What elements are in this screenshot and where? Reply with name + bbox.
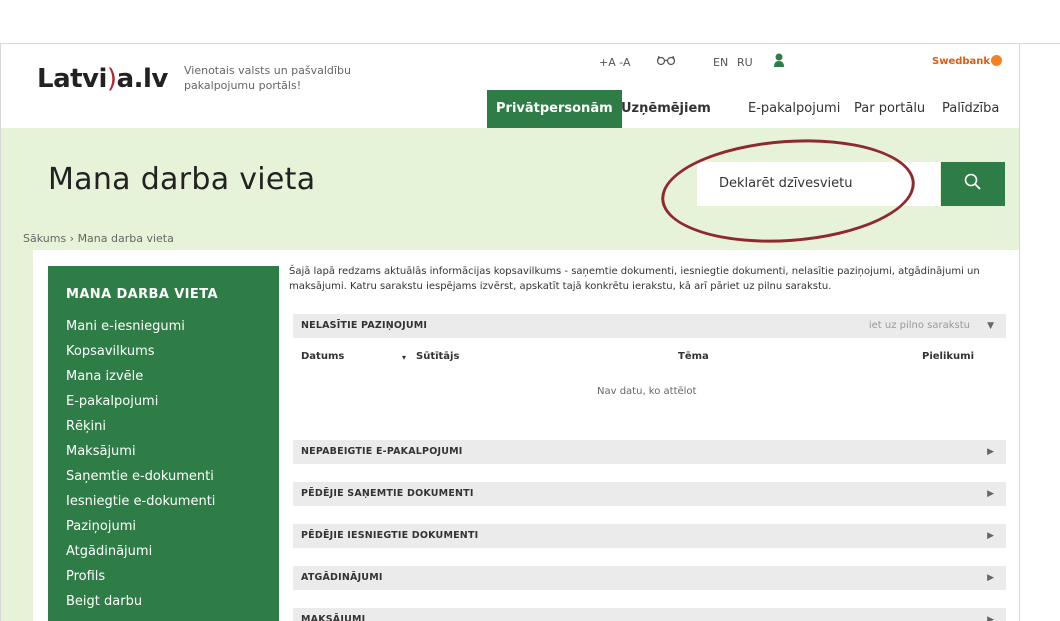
user-icon[interactable]: [773, 52, 785, 71]
column-header-datums[interactable]: Datums: [301, 351, 344, 362]
section-atgadinajumi[interactable]: ATGĀDINĀJUMI ▶: [293, 566, 1006, 590]
column-header-pielikumi[interactable]: Pielikumi: [922, 351, 974, 362]
full-list-link[interactable]: iet uz pilno sarakstu: [869, 314, 970, 338]
search-button[interactable]: [941, 162, 1005, 206]
section-pedejie-sanemtie[interactable]: PĒDĒJIE SAŅEMTIE DOKUMENTI ▶: [293, 482, 1006, 506]
intro-text: Šajā lapā redzams aktuālās informācijas …: [289, 266, 980, 292]
font-size-controls[interactable]: +A -A: [599, 56, 631, 69]
column-header-sutitajs[interactable]: Sūtītājs: [416, 351, 459, 362]
sidebar-item-e-pakalpojumi[interactable]: E-pakalpojumi: [66, 392, 158, 412]
browser-frame-right: [1019, 43, 1020, 621]
sidebar-item-kopsavilkums[interactable]: Kopsavilkums: [66, 342, 155, 362]
empty-table-message: Nav datu, ko attēlot: [597, 386, 697, 397]
sidebar-item-sanemtie[interactable]: Saņemtie e-dokumenti: [66, 467, 214, 487]
sidebar-title: MANA DARBA VIETA: [66, 287, 218, 302]
caret-right-icon[interactable]: ▶: [987, 566, 994, 590]
sidebar-item-e-iesniegumi[interactable]: Mani e-iesniegumi: [66, 317, 185, 337]
sidebar-item-iesniegtie[interactable]: Iesniegtie e-dokumenti: [66, 492, 215, 512]
caret-right-icon[interactable]: ▶: [987, 440, 994, 464]
nav-item-privatpersonam[interactable]: Privātpersonām: [487, 90, 622, 138]
column-header-tema[interactable]: Tēma: [678, 351, 709, 362]
nav-item-uznemejiem[interactable]: Uzņēmējiem: [612, 90, 720, 128]
sidebar: MANA DARBA VIETA Mani e-iesniegumi Kopsa…: [48, 266, 279, 621]
sidebar-item-maksajumi[interactable]: Maksājumi: [66, 442, 136, 462]
nav-item-par-portalu[interactable]: Par portālu: [845, 90, 934, 128]
page-title: Mana darba vieta: [48, 162, 316, 197]
glasses-icon[interactable]: [656, 54, 676, 69]
site-logo[interactable]: Latvi)a.lv: [37, 64, 168, 94]
sidebar-item-pazinojumi[interactable]: Paziņojumi: [66, 517, 136, 537]
sort-arrow-icon[interactable]: ▾: [402, 353, 406, 362]
section-title: NELASĪTIE PAZIŅOJUMI: [301, 320, 428, 331]
search-icon: [963, 172, 983, 196]
nav-item-palidziba[interactable]: Palīdzība: [933, 90, 1008, 128]
caret-right-icon[interactable]: ▶: [987, 482, 994, 506]
breadcrumb[interactable]: Sākums › Mana darba vieta: [23, 232, 174, 245]
section-title: NEPABEIGTIE E-PAKALPOJUMI: [301, 446, 463, 457]
section-title: PĒDĒJIE SAŅEMTIE DOKUMENTI: [301, 488, 474, 499]
swedbank-logo-icon: [991, 55, 1003, 66]
site-tagline: Vienotais valsts un pašvaldību pakalpoju…: [184, 64, 351, 92]
sidebar-item-rekini[interactable]: Rēķini: [66, 417, 106, 437]
page: Latvi)a.lv Vienotais valsts un pašvaldīb…: [1, 44, 1019, 621]
sidebar-item-mana-izvele[interactable]: Mana izvēle: [66, 367, 143, 387]
section-pedejie-iesniegtie[interactable]: PĒDĒJIE IESNIEGTIE DOKUMENTI ▶: [293, 524, 1006, 548]
logo-swirl: ): [106, 64, 117, 94]
swedbank-link[interactable]: Swedbank: [932, 55, 1003, 67]
section-title: MAKSĀJUMI: [301, 614, 366, 621]
nav-item-e-pakalpojumi[interactable]: E-pakalpojumi: [739, 90, 849, 128]
sidebar-item-profils[interactable]: Profils: [66, 567, 105, 587]
section-title: PĒDĒJIE IESNIEGTIE DOKUMENTI: [301, 530, 479, 541]
caret-right-icon[interactable]: ▶: [987, 608, 994, 621]
caret-down-icon[interactable]: ▼: [987, 314, 994, 338]
lang-ru-link[interactable]: RU: [737, 56, 753, 69]
sidebar-item-atgadinajumi[interactable]: Atgādinājumi: [66, 542, 152, 562]
lang-en-link[interactable]: EN: [713, 56, 728, 69]
section-title: ATGĀDINĀJUMI: [301, 572, 383, 583]
caret-right-icon[interactable]: ▶: [987, 524, 994, 548]
section-nepabeigtie-e-pakalpojumi[interactable]: NEPABEIGTIE E-PAKALPOJUMI ▶: [293, 440, 1006, 464]
site-header: Latvi)a.lv Vienotais valsts un pašvaldīb…: [1, 44, 1019, 138]
sidebar-item-beigt-darbu[interactable]: Beigt darbu: [66, 592, 142, 612]
section-maksajumi[interactable]: MAKSĀJUMI ▶: [293, 608, 1006, 621]
section-nelasitie-pazinojumi[interactable]: NELASĪTIE PAZIŅOJUMI iet uz pilno saraks…: [293, 314, 1006, 338]
